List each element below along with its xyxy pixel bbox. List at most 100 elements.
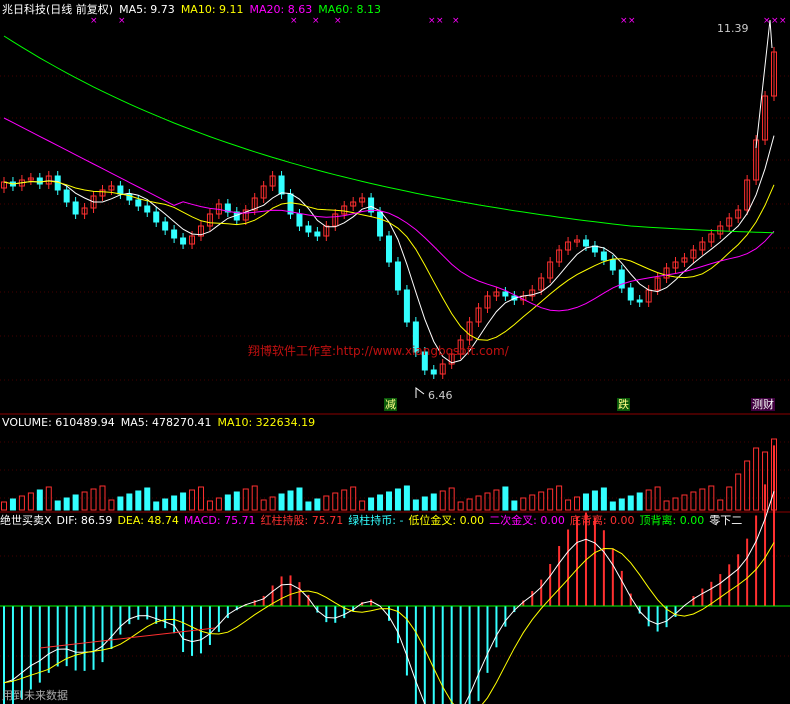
- volume-bar: [744, 460, 751, 511]
- hold-red-value: 红柱持股: 75.71: [260, 514, 344, 527]
- volume-bar: [45, 486, 52, 511]
- signal-tag-reduce: 减: [384, 398, 397, 411]
- volume-bar: [690, 491, 697, 511]
- volume-bar: [278, 493, 285, 511]
- signal-tag-fall: 跌: [617, 398, 630, 411]
- volume-bar: [144, 487, 151, 511]
- volume-bar: [439, 490, 446, 511]
- volume-bar: [493, 489, 500, 511]
- volume-bar: [242, 488, 249, 511]
- volume-value: VOLUME: 610489.94: [2, 416, 115, 429]
- macd-value: MACD: 75.71: [183, 514, 256, 527]
- volume-bar: [386, 491, 392, 511]
- candle-body: [180, 237, 187, 245]
- top-marker: ×: [452, 16, 460, 26]
- volume-bar: [663, 500, 670, 511]
- indicator-name: 绝世买卖X: [0, 514, 52, 527]
- volume-bar: [63, 497, 70, 511]
- volume-bar: [287, 490, 294, 511]
- candle-body: [502, 291, 509, 297]
- volume-bar: [627, 495, 634, 511]
- volume-bar: [117, 496, 124, 511]
- candle-body: [162, 221, 169, 231]
- indicator-legend: 绝世买卖X DIF: 86.59 DEA: 48.74 MACD: 75.71 …: [0, 514, 742, 528]
- volume-bar: [162, 498, 169, 511]
- volume-bar: [81, 491, 88, 511]
- high-price-label: 11.39: [717, 22, 749, 35]
- volume-bar: [574, 496, 581, 511]
- low-cross-value: 低位金叉: 0.00: [408, 514, 485, 527]
- dea-value: DEA: 48.74: [117, 514, 179, 527]
- volume-bar: [269, 496, 276, 511]
- volume-bar: [565, 499, 572, 511]
- candle-body: [305, 225, 312, 233]
- zero-cross-value: 零下二: [709, 514, 743, 527]
- volume-bar: [54, 500, 61, 511]
- candle-body: [278, 175, 285, 195]
- candle-body: [386, 235, 392, 263]
- signal-tag-test-suffix: 财: [763, 398, 774, 411]
- watermark: 翔博软件工作室:http://www.xiangbosoft.com/: [248, 344, 509, 358]
- candle-body: [627, 287, 634, 301]
- candle-body: [36, 177, 43, 185]
- volume-bar: [394, 488, 401, 511]
- volume-bar: [108, 499, 115, 511]
- volume-bar: [153, 501, 160, 511]
- dif-value: DIF: 86.59: [56, 514, 113, 527]
- top-marker: ×: [779, 16, 787, 26]
- low-price-label: 6.46: [428, 389, 453, 402]
- volume-bar: [215, 497, 222, 511]
- top-marker: ×: [771, 16, 779, 26]
- stock-title: 兆日科技(日线 前复权): [2, 3, 114, 16]
- candle-body: [609, 259, 616, 271]
- volume-bar: [591, 490, 598, 511]
- top-marker: ×: [620, 16, 628, 26]
- volume-bar: [180, 492, 187, 511]
- candle-body: [394, 261, 401, 291]
- volume-bar: [260, 499, 267, 511]
- second-cross-value: 二次金叉: 0.00: [489, 514, 565, 527]
- top-marker: ×: [312, 16, 320, 26]
- volume-bar: [126, 493, 133, 511]
- volume-bar: [430, 493, 437, 511]
- top-div-value: 顶背离: 0.00: [639, 514, 705, 527]
- volume-bar: [206, 500, 213, 511]
- volume-bar: [296, 487, 303, 511]
- volume-bar: [529, 494, 536, 511]
- candle-body: [582, 239, 589, 247]
- candle-body: [296, 213, 303, 227]
- top-marker: ×: [436, 16, 444, 26]
- top-marker: ×: [428, 16, 436, 26]
- ma60-legend: MA60: 8.13: [318, 3, 381, 16]
- volume-bar: [600, 487, 607, 511]
- ma20-legend: MA20: 8.63: [249, 3, 313, 16]
- volume-bar: [547, 488, 554, 511]
- volume-bar: [511, 500, 518, 511]
- volume-bar: [171, 495, 178, 511]
- candle-body: [153, 211, 160, 223]
- high-pointer: [755, 19, 773, 149]
- top-marker: ×: [118, 16, 126, 26]
- volume-bar: [699, 488, 706, 511]
- volume-bar: [341, 489, 348, 511]
- volume-bar: [27, 492, 34, 511]
- volume-bar: [72, 494, 79, 511]
- volume-bar: [189, 489, 196, 511]
- volume-bar: [466, 498, 473, 511]
- volume-bar: [1, 501, 7, 511]
- volume-ma5: MA5: 478270.41: [120, 416, 212, 429]
- candle-body: [171, 229, 178, 239]
- volume-bar: [609, 501, 616, 511]
- candle-body: [403, 289, 410, 323]
- ma60-line: [3, 35, 775, 234]
- volume-bar: [9, 498, 16, 511]
- volume-bar: [708, 485, 715, 511]
- ma10-legend: MA10: 9.11: [180, 3, 244, 16]
- volume-bar: [645, 489, 652, 511]
- volume-bar: [484, 492, 491, 511]
- top-marker: ×: [334, 16, 342, 26]
- candle-body: [430, 369, 437, 375]
- volume-bar: [726, 486, 733, 511]
- volume-bar: [735, 473, 742, 511]
- volume-bar: [90, 488, 97, 511]
